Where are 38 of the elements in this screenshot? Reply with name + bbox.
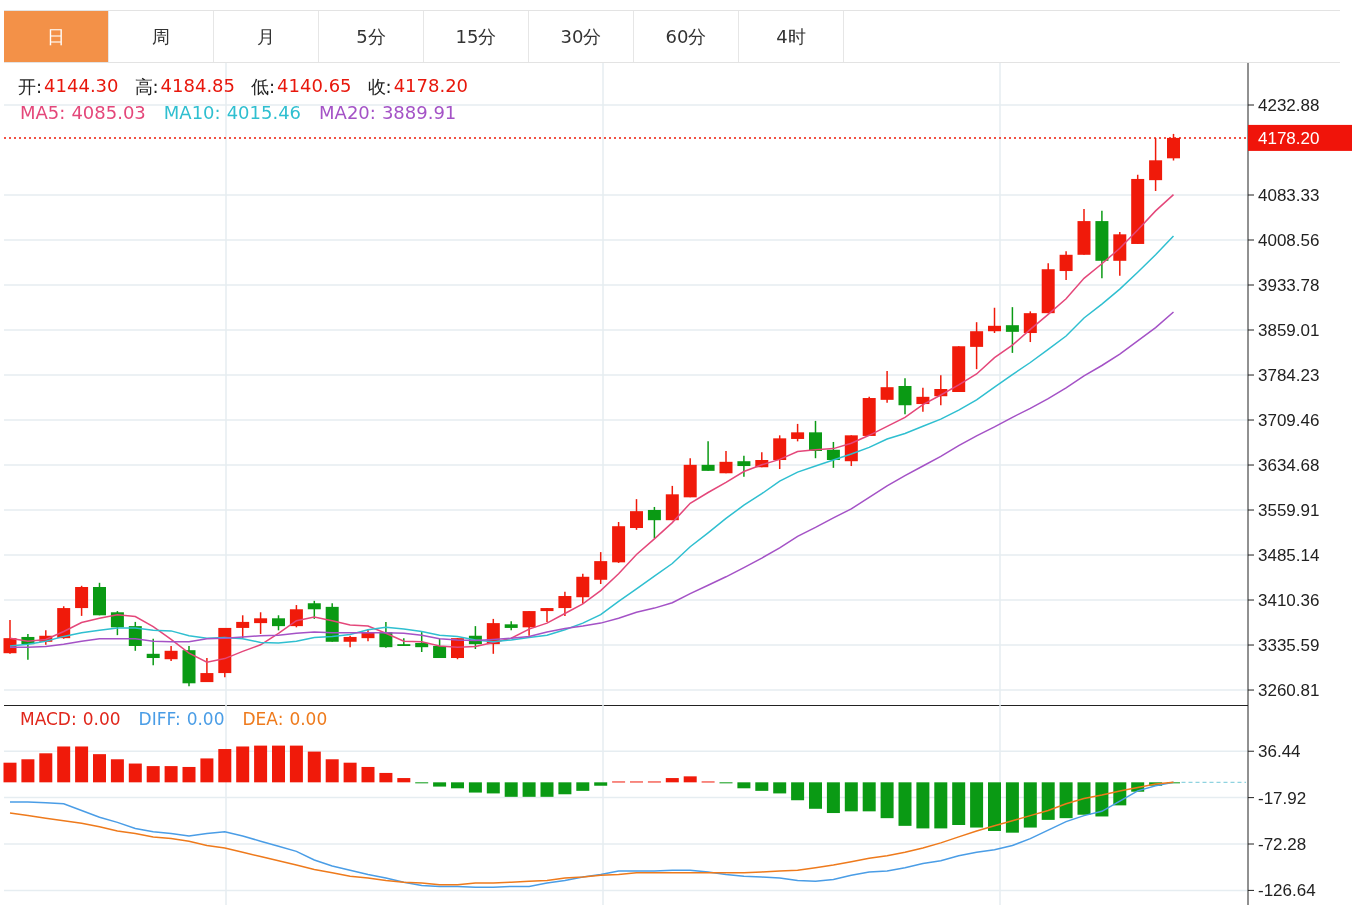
axis-label: 3784.23 <box>1258 366 1320 385</box>
axis-label: 3933.78 <box>1258 276 1320 295</box>
axis-label: -126.64 <box>1258 881 1316 901</box>
ma-legend-label: MA10: <box>163 102 221 123</box>
quote-label: 开: <box>18 75 43 99</box>
axis-label: 3335.59 <box>1258 636 1320 656</box>
axis-label: 4083.33 <box>1258 186 1320 205</box>
axis-label: 3485.14 <box>1258 546 1320 565</box>
axis-label: 3410.36 <box>1258 591 1320 611</box>
axis-label: 3559.91 <box>1258 501 1320 520</box>
macd-legend-value: 0.00 <box>82 709 121 729</box>
axis-label: 3709.46 <box>1258 411 1320 430</box>
axis-label: 4008.56 <box>1258 231 1320 250</box>
ma-legend-label: MA5: <box>20 102 66 123</box>
axis-label: 3260.81 <box>1258 681 1320 701</box>
ma-legend-value: 4015.46 <box>226 102 302 123</box>
axis-label: 36.44 <box>1258 742 1301 762</box>
axis-label: -72.28 <box>1258 835 1307 854</box>
macd-legend-label: MACD: <box>20 709 77 729</box>
macd-legend-value: 0.00 <box>289 709 328 729</box>
axis-label: -17.92 <box>1258 788 1307 808</box>
quote-value: 4184.85 <box>160 75 236 98</box>
ma-legend-value: 3889.91 <box>381 102 457 123</box>
ma-legend-value: 4085.03 <box>71 102 146 123</box>
quote-value: 4144.30 <box>44 75 119 98</box>
price-badge: 4178.20 <box>1248 124 1352 151</box>
axis-label: 3859.01 <box>1258 321 1320 340</box>
quote-label: 低: <box>251 75 276 99</box>
quote-label: 高: <box>134 75 159 99</box>
axis-label: 4232.88 <box>1258 96 1320 115</box>
axis-label: 3634.68 <box>1258 456 1320 475</box>
quote-label: 收: <box>367 75 392 99</box>
macd-legend-label: DEA: <box>242 709 284 729</box>
ma-legend-label: MA20: <box>319 102 376 123</box>
quote-value: 4178.20 <box>393 75 469 98</box>
macd-legend-label: DIFF: <box>138 709 181 729</box>
macd-legend-value: 0.00 <box>186 709 225 729</box>
quote-value: 4140.65 <box>277 75 352 98</box>
